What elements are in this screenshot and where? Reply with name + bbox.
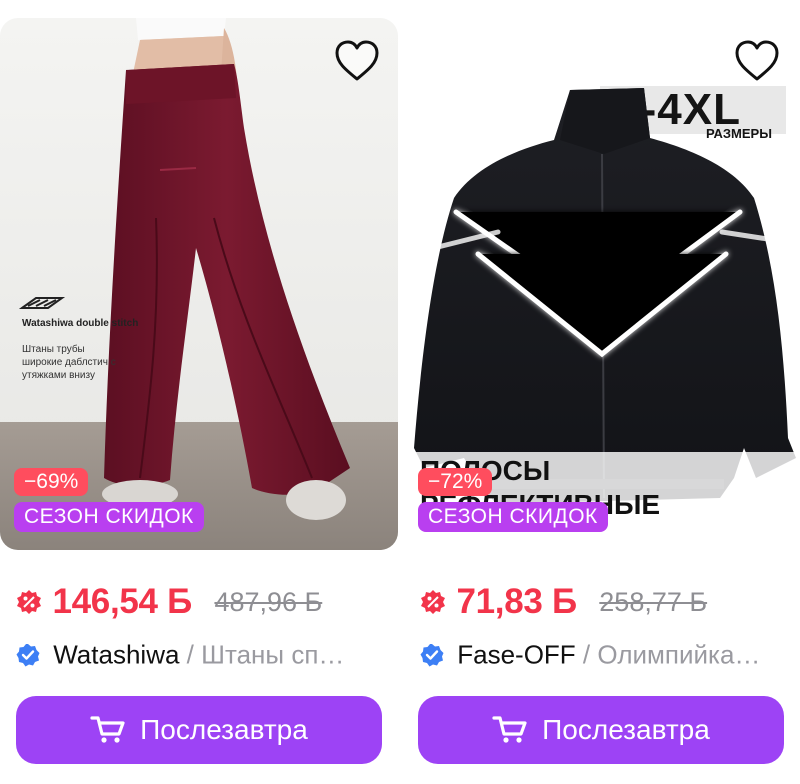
current-price: 146,54 Б xyxy=(52,582,192,621)
discount-badge: −72% xyxy=(418,468,493,496)
price-row: 71,83 Б 258,77 Б xyxy=(420,582,707,622)
verified-icon xyxy=(16,644,40,667)
seller-row[interactable]: Fase-OFF / Олимпийка… xyxy=(420,638,760,672)
delivery-button[interactable]: Послезавтра xyxy=(16,696,382,764)
verified-icon xyxy=(420,644,444,667)
product-card[interactable]: M-4XL РАЗМЕРЫ ПОЛОСЫ РЕФЛЕКТИВНЫЕ −72% С… xyxy=(404,18,800,784)
image-caption-line: утяжками внизу xyxy=(22,370,95,381)
heart-outline-icon[interactable] xyxy=(734,40,780,82)
old-price: 258,77 Б xyxy=(599,586,708,617)
product-image[interactable]: M-4XL РАЗМЕРЫ ПОЛОСЫ РЕФЛЕКТИВНЫЕ −72% С… xyxy=(404,18,800,550)
delivery-button[interactable]: Послезавтра xyxy=(418,696,784,764)
price-row: 146,54 Б 487,96 Б xyxy=(16,582,322,622)
promo-badge: СЕЗОН СКИДОК xyxy=(418,502,608,532)
promo-badge: СЕЗОН СКИДОК xyxy=(14,502,204,532)
delivery-button-label: Послезавтра xyxy=(542,714,710,745)
product-image[interactable]: Watashiwa double stitch Штаны трубы широ… xyxy=(0,18,398,550)
separator: / xyxy=(186,639,194,670)
image-caption-title: Watashiwa double stitch xyxy=(22,318,138,329)
discount-tag-icon xyxy=(421,590,445,614)
seller-row[interactable]: Watashiwa / Штаны сп… xyxy=(16,638,344,672)
cart-icon xyxy=(492,716,527,743)
image-caption-line: Штаны трубы xyxy=(22,343,85,355)
delivery-button-label: Послезавтра xyxy=(140,714,308,745)
separator: / xyxy=(582,639,591,670)
current-price: 71,83 Б xyxy=(456,582,577,621)
cart-icon xyxy=(90,716,125,743)
discount-badge: −69% xyxy=(14,468,89,496)
brand-name: Fase-OFF xyxy=(457,639,576,670)
old-price: 487,96 Б xyxy=(214,586,323,617)
image-size-caption: РАЗМЕРЫ xyxy=(706,126,772,141)
image-caption-line: широкие даблстич с xyxy=(22,356,116,368)
brand-name: Watashiwa xyxy=(53,639,180,670)
heart-outline-icon[interactable] xyxy=(334,40,380,82)
discount-tag-icon xyxy=(17,590,41,614)
product-name: Олимпийка… xyxy=(597,639,761,670)
product-name: Штаны сп… xyxy=(201,639,345,670)
product-card[interactable]: Watashiwa double stitch Штаны трубы широ… xyxy=(0,18,398,784)
